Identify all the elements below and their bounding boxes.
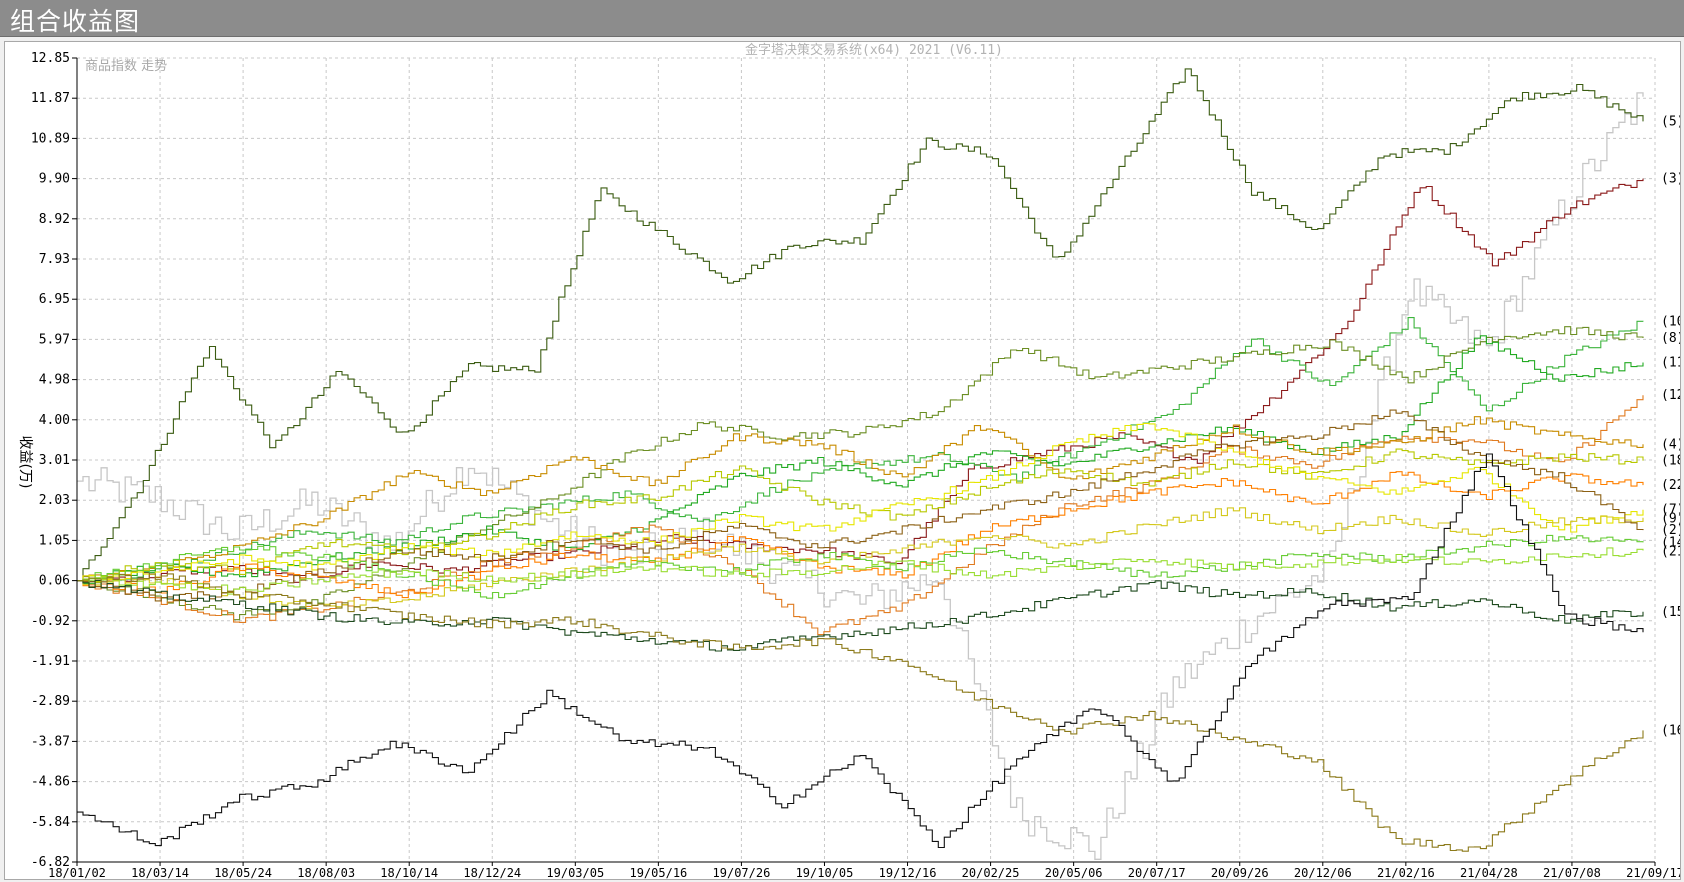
series-end-label: (18): [1661, 454, 1680, 469]
window-title: 组合收益图: [10, 7, 141, 36]
x-tick-label: 21/09/17: [1626, 866, 1680, 879]
x-tick-label: 18/12/24: [463, 866, 521, 879]
y-tick-label: 3.01: [39, 453, 70, 468]
y-tick-label: 8.92: [39, 212, 70, 227]
x-tick-label: 18/08/03: [297, 866, 355, 879]
y-tick-label: 6.95: [39, 292, 70, 307]
x-tick-label: 20/12/06: [1294, 866, 1352, 879]
series-end-label: (16): [1661, 723, 1680, 738]
legend-label: 商品指数 走势: [85, 58, 167, 74]
series-end-label: (3): [1661, 172, 1680, 187]
series-end-label: (8): [1661, 331, 1680, 346]
x-tick-label: 20/07/17: [1128, 866, 1186, 879]
series-end-label: (10): [1661, 315, 1680, 330]
x-tick-label: 18/05/24: [214, 866, 272, 879]
x-tick-label: 21/04/28: [1460, 866, 1518, 879]
x-tick-label: 19/10/05: [796, 866, 854, 879]
window-titlebar: 组合收益图: [0, 0, 1684, 37]
y-axis-label: 收益(万): [17, 436, 33, 489]
series-end-label: (21): [1661, 544, 1680, 559]
series-end-label: (4): [1661, 437, 1680, 452]
series-line-15: [77, 580, 1644, 652]
x-tick-label: 19/05/16: [629, 866, 687, 879]
y-tick-label: -4.86: [31, 775, 70, 790]
y-tick-label: 12.85: [31, 51, 70, 66]
y-tick-label: -3.87: [31, 734, 70, 749]
y-tick-label: 10.89: [31, 131, 70, 146]
y-tick-label: 1.05: [39, 533, 70, 548]
x-tick-label: 19/12/16: [879, 866, 937, 879]
y-tick-label: 4.00: [39, 413, 70, 428]
x-tick-label: 20/02/25: [962, 866, 1020, 879]
x-tick-label: 19/07/26: [713, 866, 771, 879]
y-tick-label: 7.93: [39, 252, 70, 267]
series-end-label: (5): [1661, 114, 1680, 129]
series-end-label: (15): [1661, 605, 1680, 620]
series-lines: [77, 68, 1644, 860]
series-end-label: (22): [1661, 478, 1680, 493]
series-labels: (5)(3)(10)(8)(11)(12)(4)(18)(22)(7)(9)(2…: [1661, 114, 1680, 738]
y-tick-label: 9.90: [39, 172, 70, 187]
y-tick-label: -0.92: [31, 614, 70, 629]
y-tick-label: 4.98: [39, 373, 70, 388]
x-tick-label: 21/02/16: [1377, 866, 1435, 879]
x-tick-label: 20/05/06: [1045, 866, 1103, 879]
chart-title: 金字塔决策交易系统(x64) 2021 (V6.11): [745, 42, 1003, 58]
y-tick-label: 0.06: [39, 574, 70, 589]
x-tick-label: 19/03/05: [546, 866, 604, 879]
y-tick-label: -2.89: [31, 694, 70, 709]
x-tick-label: 18/01/02: [48, 866, 106, 879]
y-tick-label: 2.03: [39, 493, 70, 508]
series-end-label: (11): [1661, 356, 1680, 371]
y-tick-label: 5.97: [39, 332, 70, 347]
y-tick-label: 11.87: [31, 91, 70, 106]
x-tick-label: 18/10/14: [380, 866, 438, 879]
series-end-label: (12): [1661, 388, 1680, 403]
series-line-16: [77, 573, 1644, 852]
y-tick-label: -5.84: [31, 815, 70, 830]
series-line-11: [77, 335, 1644, 582]
axes: 12.85 11.87 10.89 9.90 8.92 7.93 6.95 5.97 4.98 4…: [31, 51, 1680, 879]
x-tick-label: 21/07/08: [1543, 866, 1601, 879]
chart-panel: 12.85 11.87 10.89 9.90 8.92 7.93 6.95 5.97 4.98 4…: [4, 41, 1681, 880]
x-tick-label: 20/09/26: [1211, 866, 1269, 879]
x-tick-label: 18/03/14: [131, 866, 189, 879]
profit-chart: 12.85 11.87 10.89 9.90 8.92 7.93 6.95 5.97 4.98 4…: [17, 42, 1680, 879]
y-tick-label: -1.91: [31, 654, 70, 669]
